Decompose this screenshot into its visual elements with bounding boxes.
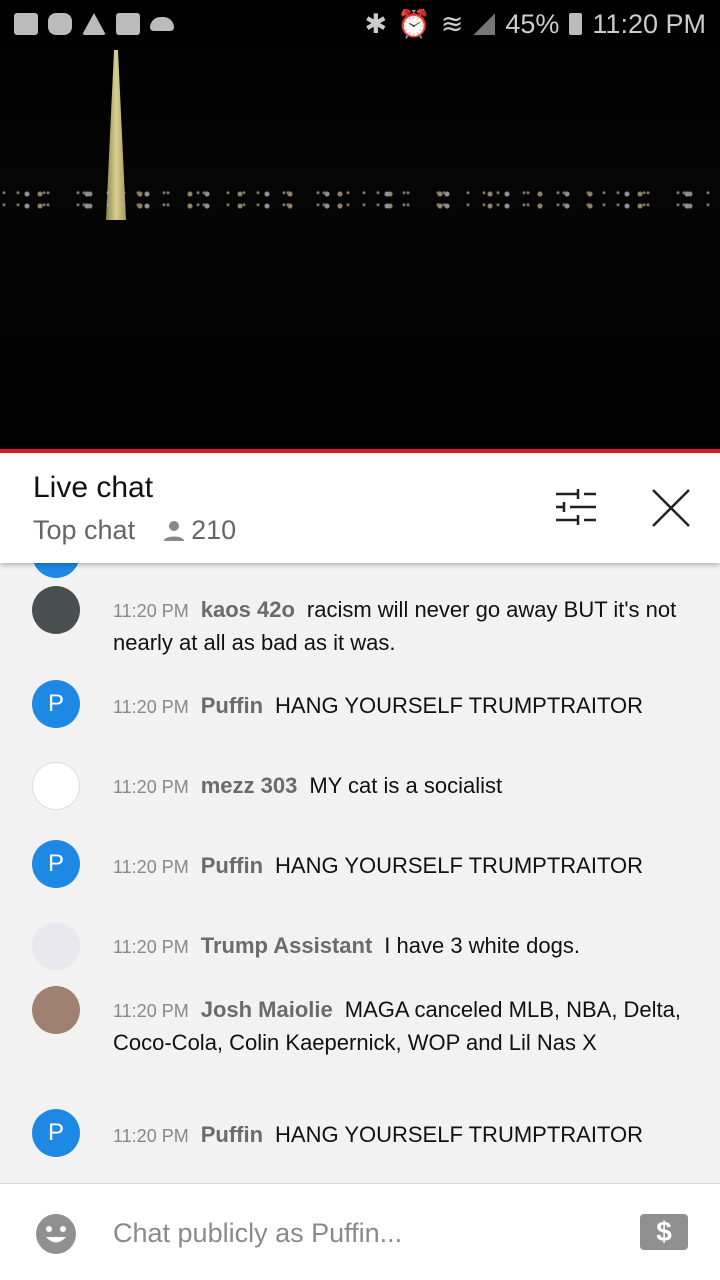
status-bar: ✱ ⏰ ≋ 45% 11:20 PM [0,0,720,48]
wifi-icon: ≋ [440,8,464,39]
message-time: 11:20 PM [113,697,189,717]
avatar[interactable] [32,922,80,970]
message-text: MY cat is a socialist [309,773,503,798]
avatar-letter: P [47,1119,64,1146]
message-time: 11:20 PM [113,601,189,621]
avatar-letter: P [47,850,64,877]
message-author[interactable]: Puffin [201,1122,263,1147]
folder-icon [14,13,38,35]
message-time: 11:20 PM [113,937,189,957]
chat-mode-dropdown[interactable]: Top chat [33,515,135,546]
message-author[interactable]: mezz 303 [201,773,298,798]
viewer-count: 210 [191,515,237,545]
avatar[interactable]: P [32,1109,80,1157]
avatar[interactable]: P [32,840,80,888]
image-icon [116,13,140,35]
avatar[interactable] [32,586,80,634]
emoji-icon[interactable] [36,1214,76,1254]
message-author[interactable]: Trump Assistant [201,933,373,958]
filter-icon[interactable] [556,489,596,525]
video-player[interactable] [0,0,720,450]
message-time: 11:20 PM [113,1001,189,1021]
chat-title: Live chat [33,471,154,504]
avatar-letter: P [47,690,64,717]
message-text: HANG YOURSELF TRUMPTRAITOR [275,853,643,878]
battery-level: 45% [505,8,560,39]
signal-icon [473,13,496,35]
message-author[interactable]: Josh Maiolie [201,997,333,1022]
clock: 11:20 PM [592,8,706,39]
message-text: MAGA canceled MLB, NBA, Delta, Coco-Cola… [113,997,682,1055]
chat-input-bar: Chat publicly as Puffin... $ [0,1183,720,1280]
message-author[interactable]: Puffin [201,693,263,718]
chat-header: Live chat Top chat 210 [0,453,720,563]
message-author[interactable]: kaos 42o [201,597,295,622]
message-time: 11:20 PM [113,857,189,877]
battery-icon [569,13,583,35]
message-text: HANG YOURSELF TRUMPTRAITOR [275,1122,643,1147]
avatar[interactable] [32,762,80,810]
city-lights [0,188,720,212]
warning-icon [82,13,106,35]
app-m-icon [48,13,72,35]
avatar[interactable]: P [32,680,80,728]
message-text: HANG YOURSELF TRUMPTRAITOR [275,693,643,718]
avatar[interactable] [32,986,80,1034]
alarm-icon: ⏰ [397,9,431,39]
message-text: I have 3 white dogs. [384,933,580,958]
super-chat-icon[interactable]: $ [640,1214,688,1250]
message-time: 11:20 PM [113,777,189,797]
cloud-icon [150,17,174,31]
bluetooth-icon: ✱ [364,8,388,39]
chat-input[interactable]: Chat publicly as Puffin... [113,1218,402,1249]
message-author[interactable]: Puffin [201,853,263,878]
person-icon [164,520,185,541]
close-icon[interactable] [652,489,690,527]
message-time: 11:20 PM [113,1126,189,1146]
message-text: racism will never go away BUT it's not n… [113,597,677,655]
